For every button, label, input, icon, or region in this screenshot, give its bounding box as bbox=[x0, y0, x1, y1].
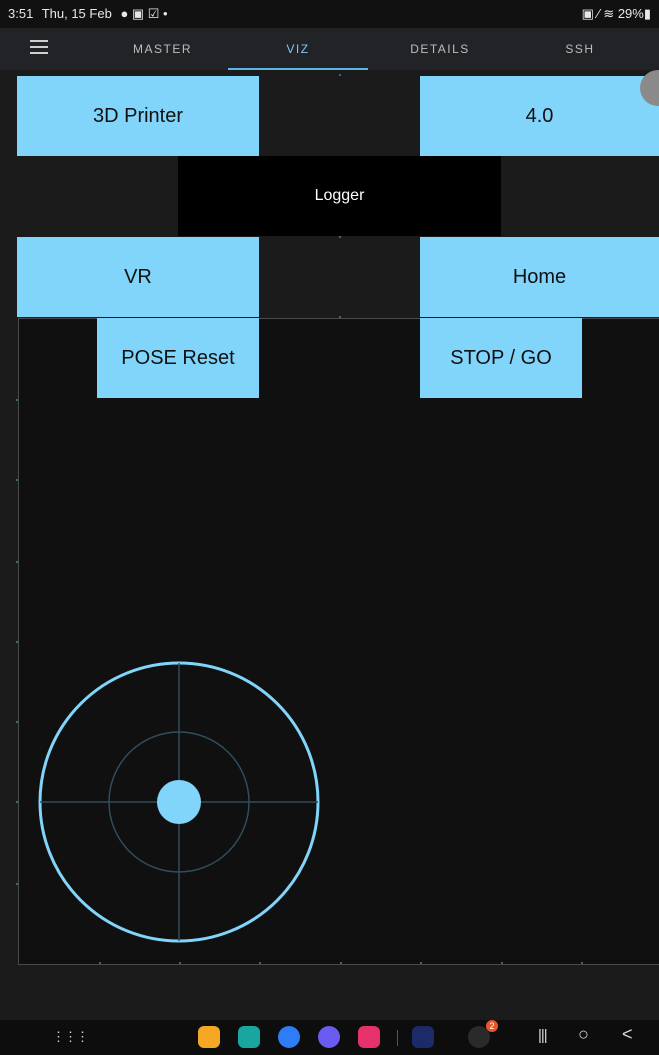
status-right: ▣ ⁄ ≋ 29%▮ bbox=[581, 6, 651, 21]
joystick-knob[interactable] bbox=[157, 780, 201, 824]
system-nav-bar: ⋮⋮⋮ 2 ||| ○ < bbox=[0, 1020, 659, 1055]
game-app-icon[interactable] bbox=[412, 1026, 434, 1048]
messages-app-icon[interactable] bbox=[278, 1026, 300, 1048]
grid-tick bbox=[339, 74, 341, 76]
tab-details[interactable]: DETAILS bbox=[370, 28, 510, 70]
status-bar: 3:51 Thu, 15 Feb ● ▣ ☑ • ▣ ⁄ ≋ 29%▮ bbox=[0, 0, 659, 28]
3d-printer-button[interactable]: 3D Printer bbox=[17, 76, 259, 156]
joystick[interactable] bbox=[38, 661, 320, 943]
calendar-app-icon[interactable] bbox=[238, 1026, 260, 1048]
notification-icons: ● ▣ ☑ • bbox=[120, 6, 168, 21]
tab-master[interactable]: MASTER bbox=[95, 28, 230, 70]
grid-tick bbox=[16, 399, 18, 401]
grid-tick bbox=[16, 721, 18, 723]
home-nav-icon[interactable]: ○ bbox=[578, 1024, 589, 1045]
grid-tick bbox=[420, 962, 422, 964]
grid-tick bbox=[259, 962, 261, 964]
apps-grid-icon[interactable]: ⋮⋮⋮ bbox=[52, 1029, 89, 1045]
stop-go-button[interactable]: STOP / GO bbox=[420, 318, 582, 398]
files-app-icon[interactable] bbox=[198, 1026, 220, 1048]
home-button[interactable]: Home bbox=[420, 237, 659, 317]
grid-tick bbox=[501, 962, 503, 964]
grid-tick bbox=[179, 962, 181, 964]
browser-app-icon[interactable] bbox=[318, 1026, 340, 1048]
grid-tick bbox=[16, 561, 18, 563]
recents-icon[interactable]: ||| bbox=[538, 1027, 548, 1044]
notification-badge: 2 bbox=[486, 1020, 498, 1032]
dock-divider bbox=[397, 1030, 398, 1046]
grid-tick bbox=[339, 236, 341, 238]
logger-button[interactable]: Logger bbox=[178, 156, 501, 236]
grid-tick bbox=[99, 962, 101, 964]
viz-canvas: 3D Printer 4.0 Logger VR Home POSE Reset… bbox=[0, 70, 659, 1020]
hamburger-menu-icon[interactable] bbox=[30, 40, 48, 58]
back-icon[interactable]: < bbox=[622, 1024, 633, 1045]
version-button[interactable]: 4.0 bbox=[420, 76, 659, 156]
status-time: 3:51 bbox=[8, 6, 34, 21]
grid-tick bbox=[16, 641, 18, 643]
grid-tick bbox=[16, 883, 18, 885]
grid-tick bbox=[340, 962, 342, 964]
tab-ssh[interactable]: SSH bbox=[510, 28, 650, 70]
tab-viz[interactable]: VIZ bbox=[228, 28, 368, 70]
status-date: Thu, 15 Feb bbox=[41, 6, 112, 21]
vr-button[interactable]: VR bbox=[17, 237, 259, 317]
camera-app-icon[interactable] bbox=[358, 1026, 380, 1048]
grid-tick bbox=[581, 962, 583, 964]
grid-tick bbox=[16, 801, 18, 803]
tab-bar: MASTER VIZ DETAILS SSH bbox=[0, 28, 659, 70]
grid-tick bbox=[16, 479, 18, 481]
pose-reset-button[interactable]: POSE Reset bbox=[97, 318, 259, 398]
